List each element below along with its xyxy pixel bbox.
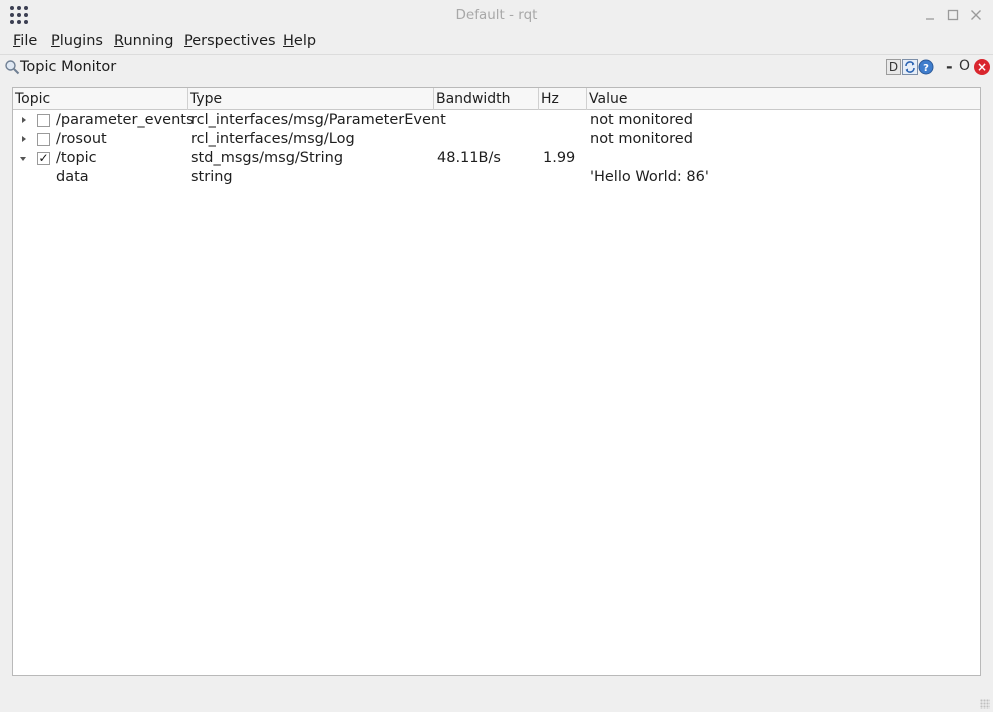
help-icon[interactable]: ?: [918, 59, 934, 75]
magnifier-icon: [4, 59, 20, 75]
row-value: not monitored: [590, 131, 693, 147]
header-bandwidth[interactable]: Bandwidth: [434, 88, 539, 110]
menu-bar: File Plugins Running Perspectives Help: [0, 30, 993, 54]
expand-arrow-icon[interactable]: [18, 111, 28, 130]
menu-separator: [0, 54, 993, 55]
row-topic: /parameter_events: [56, 112, 194, 128]
monitor-checkbox[interactable]: ✓: [37, 152, 50, 165]
rqt-window: Default - rqt File Plugins Running Persp…: [0, 0, 993, 712]
header-type[interactable]: Type: [188, 88, 434, 110]
row-topic: /topic: [56, 150, 97, 166]
tree-row[interactable]: ✓ /topic std_msgs/msg/String 48.11B/s 1.…: [13, 149, 980, 168]
monitor-checkbox[interactable]: [37, 133, 50, 146]
resize-grip-icon[interactable]: [980, 699, 990, 709]
row-type: string: [191, 169, 233, 185]
row-bandwidth: 48.11B/s: [437, 150, 501, 166]
row-value: not monitored: [590, 112, 693, 128]
tree-row[interactable]: /rosout rcl_interfaces/msg/Log not monit…: [13, 130, 980, 149]
close-icon[interactable]: ×: [974, 59, 990, 75]
minimize-icon[interactable]: [922, 6, 938, 24]
dock-float-button[interactable]: O: [959, 58, 970, 74]
reload-icon[interactable]: [902, 58, 918, 76]
debug-button[interactable]: D: [886, 59, 901, 75]
close-window-icon[interactable]: [968, 6, 984, 24]
monitor-checkbox[interactable]: [37, 114, 50, 127]
status-bar: [0, 682, 993, 712]
menu-plugins[interactable]: Plugins: [51, 33, 103, 49]
row-field: data: [56, 169, 89, 185]
svg-text:?: ?: [923, 63, 929, 74]
dock-title-bar: Topic Monitor D ? - O: [0, 56, 993, 80]
menu-file[interactable]: File: [13, 33, 37, 49]
menu-help[interactable]: Help: [283, 33, 316, 49]
collapse-arrow-icon[interactable]: [18, 149, 28, 168]
window-title: Default - rqt: [455, 7, 538, 23]
row-hz: 1.99: [543, 150, 576, 166]
row-topic: /rosout: [56, 131, 107, 147]
header-value[interactable]: Value: [587, 88, 980, 110]
header-hz[interactable]: Hz: [539, 88, 587, 110]
dock-minimize-button[interactable]: -: [946, 57, 953, 76]
row-value: 'Hello World: 86': [590, 169, 709, 185]
row-type: rcl_interfaces/msg/Log: [191, 131, 355, 147]
menu-running[interactable]: Running: [114, 33, 173, 49]
dock-title: Topic Monitor: [20, 59, 117, 75]
maximize-icon[interactable]: [945, 6, 961, 24]
header-topic[interactable]: Topic: [13, 88, 188, 110]
tree-row[interactable]: data string 'Hello World: 86': [13, 168, 980, 187]
menu-perspectives[interactable]: Perspectives: [184, 33, 276, 49]
title-bar: Default - rqt: [0, 0, 993, 30]
topic-tree[interactable]: Topic Type Bandwidth Hz Value /parameter…: [12, 87, 981, 676]
row-type: rcl_interfaces/msg/ParameterEvent: [191, 112, 446, 128]
tree-row[interactable]: /parameter_events rcl_interfaces/msg/Par…: [13, 111, 980, 130]
expand-arrow-icon[interactable]: [18, 130, 28, 149]
row-type: std_msgs/msg/String: [191, 150, 344, 166]
tree-header: Topic Type Bandwidth Hz Value: [13, 88, 980, 110]
